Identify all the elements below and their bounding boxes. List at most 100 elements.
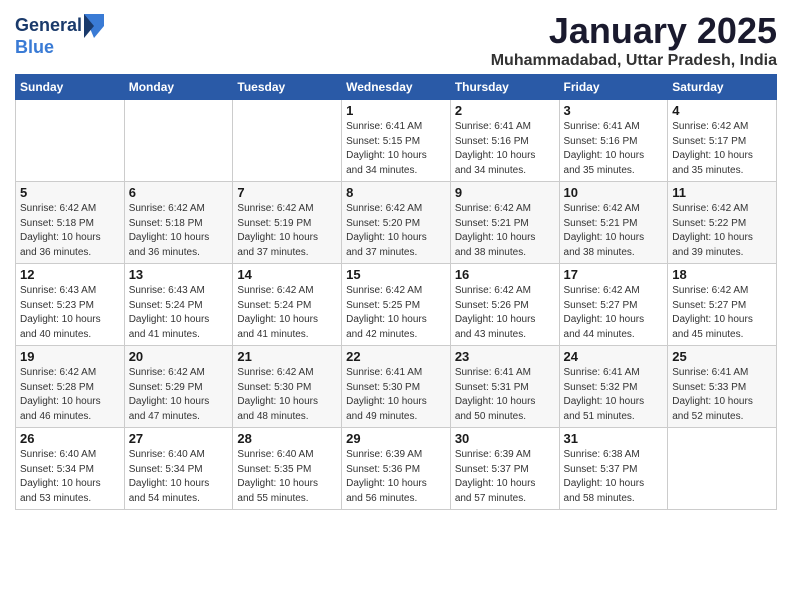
day-number: 17	[564, 267, 664, 282]
calendar-week-row: 1Sunrise: 6:41 AM Sunset: 5:15 PM Daylig…	[16, 100, 777, 182]
day-number: 6	[129, 185, 229, 200]
day-info: Sunrise: 6:41 AM Sunset: 5:32 PM Dayligh…	[564, 366, 664, 424]
day-info: Sunrise: 6:42 AM Sunset: 5:25 PM Dayligh…	[346, 284, 446, 342]
logo-blue: Blue	[15, 38, 104, 58]
day-info: Sunrise: 6:42 AM Sunset: 5:22 PM Dayligh…	[672, 202, 772, 260]
calendar-cell: 15 Sunrise: 6:42 AM Sunset: 5:25 PM Dayli…	[342, 264, 451, 346]
day-number: 24	[564, 349, 664, 364]
day-number: 12	[20, 267, 120, 282]
calendar-cell: 12 Sunrise: 6:43 AM Sunset: 5:23 PM Dayli…	[16, 264, 125, 346]
day-info: Sunrise: 6:39 AM Sunset: 5:37 PM Dayligh…	[455, 448, 555, 506]
title-block: January 2025 Muhammadabad, Uttar Pradesh…	[491, 10, 777, 70]
calendar-cell: 2Sunrise: 6:41 AM Sunset: 5:16 PM Daylig…	[450, 100, 559, 182]
day-number: 11	[672, 185, 772, 200]
calendar-cell: 31 Sunrise: 6:38 AM Sunset: 5:37 PM Dayli…	[559, 428, 668, 510]
day-number: 13	[129, 267, 229, 282]
calendar-header-cell: Sunday	[16, 75, 125, 100]
day-info: Sunrise: 6:42 AM Sunset: 5:21 PM Dayligh…	[455, 202, 555, 260]
logo: General Blue	[15, 14, 104, 58]
day-number: 19	[20, 349, 120, 364]
day-number: 30	[455, 431, 555, 446]
calendar-cell: 24 Sunrise: 6:41 AM Sunset: 5:32 PM Dayli…	[559, 346, 668, 428]
calendar-cell: 23 Sunrise: 6:41 AM Sunset: 5:31 PM Dayli…	[450, 346, 559, 428]
calendar-cell: 5Sunrise: 6:42 AM Sunset: 5:18 PM Daylig…	[16, 182, 125, 264]
day-info: Sunrise: 6:43 AM Sunset: 5:24 PM Dayligh…	[129, 284, 229, 342]
day-number: 7	[237, 185, 337, 200]
day-info: Sunrise: 6:42 AM Sunset: 5:24 PM Dayligh…	[237, 284, 337, 342]
calendar-header-cell: Tuesday	[233, 75, 342, 100]
calendar-week-row: 26 Sunrise: 6:40 AM Sunset: 5:34 PM Dayli…	[16, 428, 777, 510]
calendar-cell: 10 Sunrise: 6:42 AM Sunset: 5:21 PM Dayli…	[559, 182, 668, 264]
logo-general: General	[15, 16, 82, 36]
day-number: 16	[455, 267, 555, 282]
day-number: 20	[129, 349, 229, 364]
day-info: Sunrise: 6:42 AM Sunset: 5:21 PM Dayligh…	[564, 202, 664, 260]
day-info: Sunrise: 6:42 AM Sunset: 5:19 PM Dayligh…	[237, 202, 337, 260]
calendar-cell: 16 Sunrise: 6:42 AM Sunset: 5:26 PM Dayli…	[450, 264, 559, 346]
calendar-cell	[124, 100, 233, 182]
day-info: Sunrise: 6:41 AM Sunset: 5:15 PM Dayligh…	[346, 120, 446, 178]
day-info: Sunrise: 6:42 AM Sunset: 5:20 PM Dayligh…	[346, 202, 446, 260]
calendar-cell: 21 Sunrise: 6:42 AM Sunset: 5:30 PM Dayli…	[233, 346, 342, 428]
day-info: Sunrise: 6:40 AM Sunset: 5:35 PM Dayligh…	[237, 448, 337, 506]
calendar-week-row: 12 Sunrise: 6:43 AM Sunset: 5:23 PM Dayli…	[16, 264, 777, 346]
day-info: Sunrise: 6:43 AM Sunset: 5:23 PM Dayligh…	[20, 284, 120, 342]
day-info: Sunrise: 6:41 AM Sunset: 5:30 PM Dayligh…	[346, 366, 446, 424]
month-title: January 2025	[491, 10, 777, 52]
day-number: 14	[237, 267, 337, 282]
day-number: 15	[346, 267, 446, 282]
calendar-header-cell: Monday	[124, 75, 233, 100]
calendar-table: SundayMondayTuesdayWednesdayThursdayFrid…	[15, 74, 777, 510]
day-info: Sunrise: 6:42 AM Sunset: 5:18 PM Dayligh…	[129, 202, 229, 260]
day-info: Sunrise: 6:41 AM Sunset: 5:31 PM Dayligh…	[455, 366, 555, 424]
calendar-body: 1Sunrise: 6:41 AM Sunset: 5:15 PM Daylig…	[16, 100, 777, 510]
day-info: Sunrise: 6:42 AM Sunset: 5:26 PM Dayligh…	[455, 284, 555, 342]
calendar-cell: 4Sunrise: 6:42 AM Sunset: 5:17 PM Daylig…	[668, 100, 777, 182]
calendar-header-cell: Friday	[559, 75, 668, 100]
calendar-header-cell: Thursday	[450, 75, 559, 100]
day-info: Sunrise: 6:41 AM Sunset: 5:33 PM Dayligh…	[672, 366, 772, 424]
day-number: 18	[672, 267, 772, 282]
logo-icon	[84, 14, 104, 38]
day-info: Sunrise: 6:41 AM Sunset: 5:16 PM Dayligh…	[455, 120, 555, 178]
calendar-header-cell: Wednesday	[342, 75, 451, 100]
day-info: Sunrise: 6:40 AM Sunset: 5:34 PM Dayligh…	[129, 448, 229, 506]
day-number: 28	[237, 431, 337, 446]
day-number: 27	[129, 431, 229, 446]
calendar-cell: 3Sunrise: 6:41 AM Sunset: 5:16 PM Daylig…	[559, 100, 668, 182]
day-number: 9	[455, 185, 555, 200]
day-number: 31	[564, 431, 664, 446]
calendar-cell: 22 Sunrise: 6:41 AM Sunset: 5:30 PM Dayli…	[342, 346, 451, 428]
calendar-header-row: SundayMondayTuesdayWednesdayThursdayFrid…	[16, 75, 777, 100]
day-number: 8	[346, 185, 446, 200]
calendar-cell: 18 Sunrise: 6:42 AM Sunset: 5:27 PM Dayli…	[668, 264, 777, 346]
calendar-cell: 6 Sunrise: 6:42 AM Sunset: 5:18 PM Daylig…	[124, 182, 233, 264]
calendar-cell: 19Sunrise: 6:42 AM Sunset: 5:28 PM Dayli…	[16, 346, 125, 428]
day-number: 23	[455, 349, 555, 364]
day-number: 22	[346, 349, 446, 364]
day-number: 21	[237, 349, 337, 364]
calendar-header-cell: Saturday	[668, 75, 777, 100]
calendar-cell: 8 Sunrise: 6:42 AM Sunset: 5:20 PM Daylig…	[342, 182, 451, 264]
day-number: 4	[672, 103, 772, 118]
day-number: 10	[564, 185, 664, 200]
calendar-cell: 7 Sunrise: 6:42 AM Sunset: 5:19 PM Daylig…	[233, 182, 342, 264]
day-info: Sunrise: 6:42 AM Sunset: 5:29 PM Dayligh…	[129, 366, 229, 424]
day-info: Sunrise: 6:39 AM Sunset: 5:36 PM Dayligh…	[346, 448, 446, 506]
calendar-cell: 30 Sunrise: 6:39 AM Sunset: 5:37 PM Dayli…	[450, 428, 559, 510]
day-info: Sunrise: 6:42 AM Sunset: 5:30 PM Dayligh…	[237, 366, 337, 424]
page-container: General Blue January 2025 Muhammadabad, …	[0, 0, 792, 520]
calendar-cell: 29Sunrise: 6:39 AM Sunset: 5:36 PM Dayli…	[342, 428, 451, 510]
day-info: Sunrise: 6:38 AM Sunset: 5:37 PM Dayligh…	[564, 448, 664, 506]
calendar-week-row: 19Sunrise: 6:42 AM Sunset: 5:28 PM Dayli…	[16, 346, 777, 428]
calendar-cell: 13 Sunrise: 6:43 AM Sunset: 5:24 PM Dayli…	[124, 264, 233, 346]
header: General Blue January 2025 Muhammadabad, …	[15, 10, 777, 70]
day-info: Sunrise: 6:42 AM Sunset: 5:27 PM Dayligh…	[672, 284, 772, 342]
day-number: 5	[20, 185, 120, 200]
day-number: 26	[20, 431, 120, 446]
calendar-cell: 27 Sunrise: 6:40 AM Sunset: 5:34 PM Dayli…	[124, 428, 233, 510]
calendar-cell	[233, 100, 342, 182]
calendar-cell: 11 Sunrise: 6:42 AM Sunset: 5:22 PM Dayli…	[668, 182, 777, 264]
calendar-cell: 28 Sunrise: 6:40 AM Sunset: 5:35 PM Dayli…	[233, 428, 342, 510]
day-info: Sunrise: 6:40 AM Sunset: 5:34 PM Dayligh…	[20, 448, 120, 506]
